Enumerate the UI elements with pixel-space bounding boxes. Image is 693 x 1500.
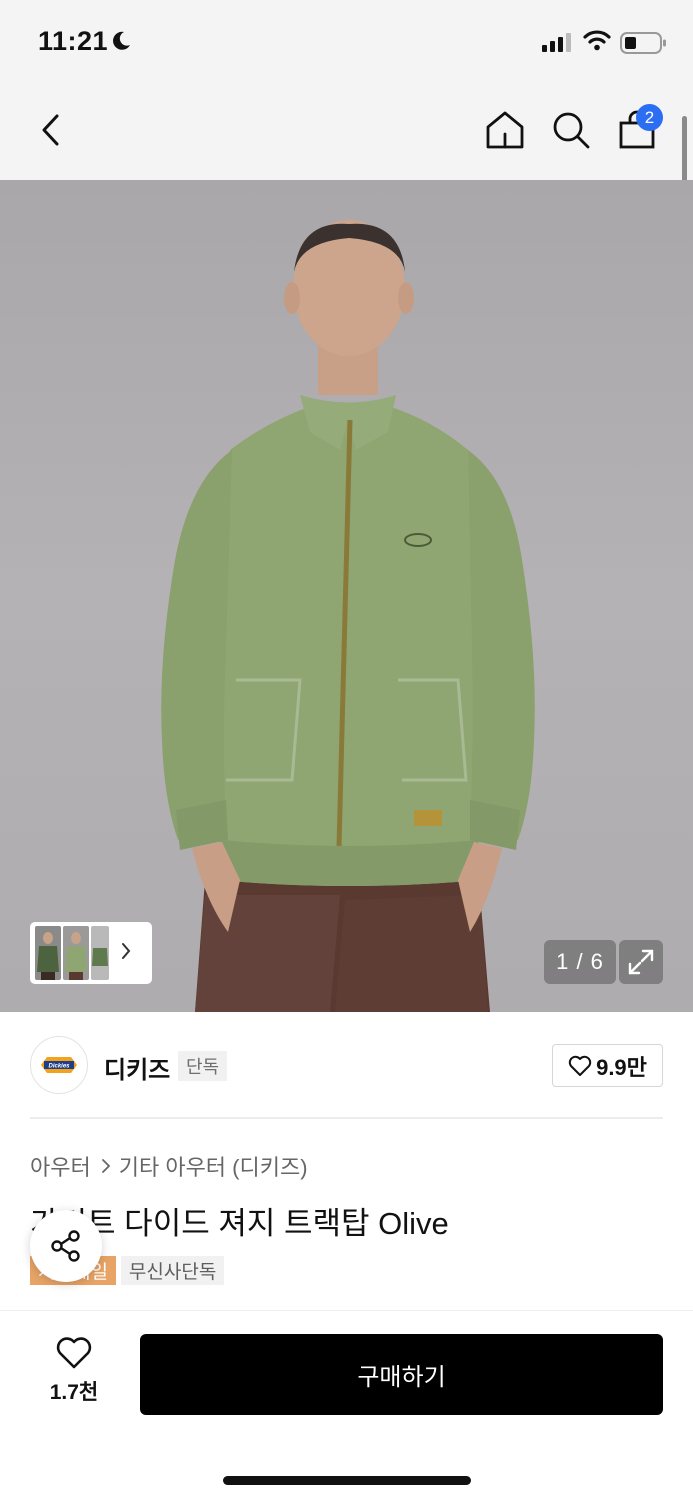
svg-text:Dickies: Dickies: [48, 1064, 70, 1070]
battery-icon: [620, 31, 668, 60]
moon-icon: [110, 30, 132, 57]
home-button[interactable]: [482, 106, 528, 154]
breadcrumb-subcategory[interactable]: 기타 아우터 (디키즈): [119, 1150, 308, 1182]
product-image-gallery[interactable]: 1 / 6: [0, 180, 693, 1012]
thumbnail-1[interactable]: [35, 926, 61, 980]
exclusive-store-tag: 무신사단독: [120, 1256, 225, 1285]
breadcrumb-category[interactable]: 아우터: [30, 1150, 91, 1182]
share-icon: [51, 1230, 80, 1262]
chevron-right-icon: [101, 1158, 111, 1174]
buy-button[interactable]: 구매하기: [140, 1334, 663, 1415]
search-button[interactable]: [548, 106, 594, 154]
breadcrumb: 아우터 기타 아우터 (디키즈): [30, 1150, 308, 1182]
wifi-icon: [583, 29, 611, 56]
brand-logo[interactable]: Dickies: [30, 1036, 88, 1094]
status-bar: 11:21: [0, 0, 693, 88]
thumbnail-strip[interactable]: [30, 922, 152, 984]
search-icon: [553, 112, 590, 149]
back-icon: [42, 114, 59, 146]
brand-name[interactable]: 디키즈: [104, 1050, 170, 1085]
expand-image-button[interactable]: [619, 940, 663, 984]
image-page-counter: 1 / 6: [544, 940, 616, 984]
exclusive-tag: 단독: [178, 1051, 228, 1081]
product-like-button[interactable]: 1.7천: [34, 1336, 114, 1412]
chevron-right-icon[interactable]: [121, 942, 131, 965]
brand-like-count: 9.9만: [596, 1054, 647, 1080]
home-icon: [486, 111, 524, 149]
product-like-count: 1.7천: [49, 1381, 99, 1404]
back-button[interactable]: [30, 108, 74, 152]
share-button[interactable]: [30, 1210, 102, 1282]
product-photo: [161, 220, 535, 1012]
bottom-bar-divider: [0, 1310, 693, 1311]
brand-like-button[interactable]: 9.9만: [552, 1044, 663, 1087]
cart-count-badge: 2: [636, 104, 663, 131]
home-indicator: [223, 1476, 471, 1485]
brand-row[interactable]: Dickies 디키즈 단독 9.9만: [30, 1036, 663, 1096]
heart-icon: [568, 1055, 592, 1076]
signal-icon: [542, 32, 574, 57]
thumbnail-2[interactable]: [63, 926, 89, 980]
heart-icon: [56, 1337, 92, 1369]
navigation-bar: [0, 88, 693, 180]
thumbnail-3[interactable]: [91, 926, 109, 980]
expand-icon: [628, 949, 654, 975]
status-time: 11:21: [38, 26, 109, 56]
divider: [30, 1117, 663, 1119]
